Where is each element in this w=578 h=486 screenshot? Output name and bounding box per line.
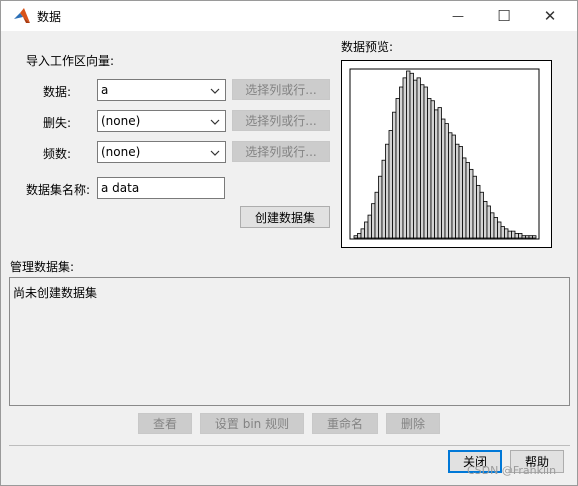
histogram-bar [458,146,463,239]
histogram-bar [437,107,442,239]
histogram-bar [511,230,516,239]
censoring-select-button[interactable]: 选择列或行... [232,110,330,131]
histogram-bar [430,100,435,239]
histogram-bar [507,230,512,239]
histogram-chart [349,68,540,240]
window-title: 数据 [37,10,62,24]
histogram-bar [476,184,481,239]
matlab-logo-icon [14,8,30,23]
histogram-bar [441,118,446,239]
censoring-dropdown[interactable]: (none) [97,110,226,132]
watermark-text: CSDN @Franklin [467,464,557,477]
frequency-dropdown-value: (none) [101,145,141,159]
histogram-bar [444,123,449,239]
histogram-bar [409,72,414,239]
histogram-bar [395,98,400,239]
censoring-label: 删失: [43,116,72,130]
frequency-label: 频数: [43,147,72,161]
histogram-bar [406,70,411,239]
histogram-bar [493,217,498,239]
chevron-down-icon [210,119,220,125]
histogram-bar [525,235,530,239]
histogram-bar [378,175,383,239]
histogram-bar [353,235,358,239]
histogram-bar [381,159,386,239]
dataset-name-label: 数据集名称: [26,183,91,197]
histogram-bar [518,233,523,239]
footer-divider [9,445,570,446]
chevron-down-icon [210,88,220,94]
histogram-bar [357,233,362,239]
empty-list-message: 尚未创建数据集 [13,286,98,300]
close-icon: ✕ [543,7,557,25]
histogram-bar [364,221,369,239]
histogram-bar [367,214,372,239]
import-heading: 导入工作区向量: [26,54,115,68]
histogram-bar [423,86,428,239]
histogram-bar [388,130,393,239]
histogram-bar [402,77,407,239]
data-dropdown-value: a [101,83,109,97]
histogram-bar [469,168,474,239]
minimize-button[interactable]: — [435,1,481,31]
title-bar: 数据 — ☐ ✕ [1,1,577,31]
histogram-bar [486,205,491,239]
histogram-bar [448,132,453,239]
manage-heading: 管理数据集: [10,260,75,274]
histogram-bar [465,162,470,239]
histogram-bar [514,233,519,239]
maximize-button[interactable]: ☐ [481,1,527,31]
dataset-listbox[interactable]: 尚未创建数据集 [9,277,570,406]
data-preview-panel [341,60,552,248]
data-dropdown[interactable]: a [97,79,226,101]
histogram-bar [500,226,505,239]
histogram-bar [451,134,456,239]
minimize-icon: — [452,9,464,23]
histogram-bar [360,228,365,239]
data-select-button[interactable]: 选择列或行... [232,79,330,100]
histogram-bar [497,221,502,239]
histogram-bar [434,109,439,239]
histogram-bar [416,77,421,239]
histogram-bar [479,191,484,239]
chevron-down-icon [210,150,220,156]
histogram-bar [532,235,537,239]
histogram-bar [374,191,379,239]
histogram-bar [371,203,376,239]
histogram-bar [420,84,425,239]
frequency-dropdown[interactable]: (none) [97,141,226,163]
view-button[interactable]: 查看 [138,413,192,434]
create-dataset-button[interactable]: 创建数据集 [240,206,330,228]
rename-button[interactable]: 重命名 [312,413,378,434]
histogram-bar [392,111,397,239]
histogram-bar [385,143,390,239]
histogram-bar [462,157,467,239]
histogram-bar [427,98,432,239]
frequency-select-button[interactable]: 选择列或行... [232,141,330,162]
histogram-bar [455,143,460,239]
close-window-button[interactable]: ✕ [527,1,573,31]
histogram-bar [483,200,488,239]
histogram-bar [521,235,526,239]
histogram-bar [504,228,509,239]
set-bin-rules-button[interactable]: 设置 bin 规则 [200,413,304,434]
histogram-bar [399,86,404,239]
maximize-icon: ☐ [497,7,511,25]
histogram-bar [472,175,477,239]
histogram-bar [413,79,418,239]
histogram-bar [528,235,533,239]
preview-label: 数据预览: [341,40,394,54]
censoring-dropdown-value: (none) [101,114,141,128]
data-label: 数据: [43,85,72,99]
histogram-bar [490,212,495,239]
dataset-name-input[interactable]: a data [97,177,225,199]
delete-button[interactable]: 删除 [386,413,440,434]
data-dialog: 数据 — ☐ ✕ 导入工作区向量: 数据: a 选择列或行... 删失: (no… [0,0,578,486]
